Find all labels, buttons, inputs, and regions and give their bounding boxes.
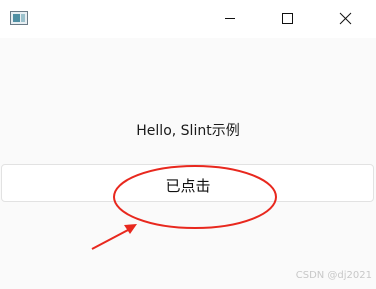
minimize-button[interactable]: [207, 0, 253, 38]
annotation-arrowhead: [124, 224, 137, 234]
click-button-label: 已点击: [165, 177, 211, 195]
close-icon: [339, 12, 352, 25]
minimize-icon: [225, 18, 235, 19]
title-bar[interactable]: [0, 0, 376, 38]
maximize-button[interactable]: [264, 0, 310, 38]
greeting-text: Hello, Slint示例: [136, 123, 240, 139]
app-window: Hello, Slint示例 已点击 CSDN @dj2021: [0, 0, 376, 289]
maximize-icon: [282, 13, 293, 24]
watermark-text: CSDN @dj2021: [295, 270, 372, 281]
annotation-arrow: [91, 228, 131, 250]
close-button[interactable]: [322, 0, 368, 38]
red-annotation-overlay: [91, 165, 277, 250]
app-window-icon: [10, 11, 28, 25]
